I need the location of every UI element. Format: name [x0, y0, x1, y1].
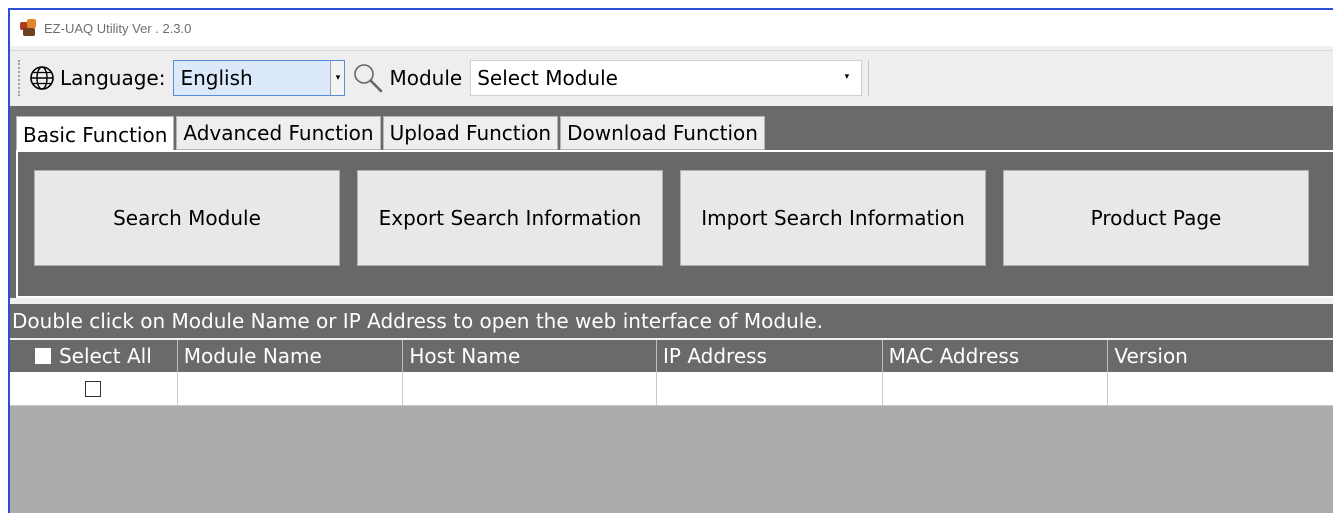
checkbox-icon[interactable]: [85, 380, 102, 397]
language-select-value: English: [180, 65, 253, 90]
table-cell[interactable]: [1108, 372, 1333, 406]
select-all-header[interactable]: Select All: [10, 340, 178, 372]
toolbar-separator: [868, 59, 870, 96]
toolbar-grip[interactable]: [18, 59, 22, 96]
column-header[interactable]: Version: [1108, 340, 1333, 372]
search-module-button[interactable]: Search Module: [34, 170, 340, 266]
tab-control: Basic Function Advanced Function Upload …: [10, 106, 1333, 298]
globe-icon: [30, 65, 54, 90]
language-label: Language:: [60, 65, 166, 90]
import-search-info-button[interactable]: Import Search Information: [680, 170, 986, 266]
module-label: Module: [389, 65, 463, 90]
tab-download-function[interactable]: Download Function: [560, 116, 765, 150]
module-table: Select All Module Name Host Name IP Addr…: [10, 340, 1333, 513]
table-cell[interactable]: [177, 372, 404, 406]
app-icon: [20, 19, 38, 37]
table-cell[interactable]: [657, 372, 883, 406]
tab-basic-function[interactable]: Basic Function: [16, 116, 175, 152]
column-header[interactable]: IP Address: [657, 340, 883, 372]
window-title: EZ-UAQ Utility Ver . 2.3.0: [44, 20, 192, 36]
app-window: EZ-UAQ Utility Ver . 2.3.0 Language: Eng…: [8, 8, 1333, 513]
table-row[interactable]: [10, 372, 1333, 406]
tab-advanced-function[interactable]: Advanced Function: [176, 116, 381, 150]
hint-text: Double click on Module Name or IP Addres…: [10, 304, 1333, 338]
product-page-button[interactable]: Product Page: [1003, 170, 1309, 266]
basic-function-panel: Search Module Export Search Information …: [16, 150, 1333, 298]
tab-strip: Basic Function Advanced Function Upload …: [16, 116, 767, 152]
column-header: Select All: [58, 344, 152, 368]
column-header[interactable]: Module Name: [178, 340, 404, 372]
language-select[interactable]: English ▾: [173, 59, 346, 96]
tab-upload-function[interactable]: Upload Function: [382, 116, 559, 150]
module-select-value: Select Module: [477, 65, 618, 90]
table-header: Select All Module Name Host Name IP Addr…: [10, 340, 1333, 372]
toolbar: Language: English ▾ Module Select Module…: [10, 50, 1333, 104]
chevron-down-icon[interactable]: ▾: [845, 72, 850, 82]
export-search-info-button[interactable]: Export Search Information: [357, 170, 663, 266]
table-cell[interactable]: [882, 372, 1109, 406]
table-cell-select: [10, 372, 178, 406]
table-cell[interactable]: [403, 372, 658, 406]
search-icon: [354, 63, 383, 92]
module-select[interactable]: Select Module ▾: [470, 59, 863, 96]
column-header[interactable]: Host Name: [403, 340, 657, 372]
checkbox-icon[interactable]: [34, 348, 51, 364]
column-header[interactable]: MAC Address: [883, 340, 1109, 372]
title-bar: EZ-UAQ Utility Ver . 2.3.0: [10, 10, 1333, 46]
chevron-down-icon[interactable]: ▾: [330, 60, 345, 95]
